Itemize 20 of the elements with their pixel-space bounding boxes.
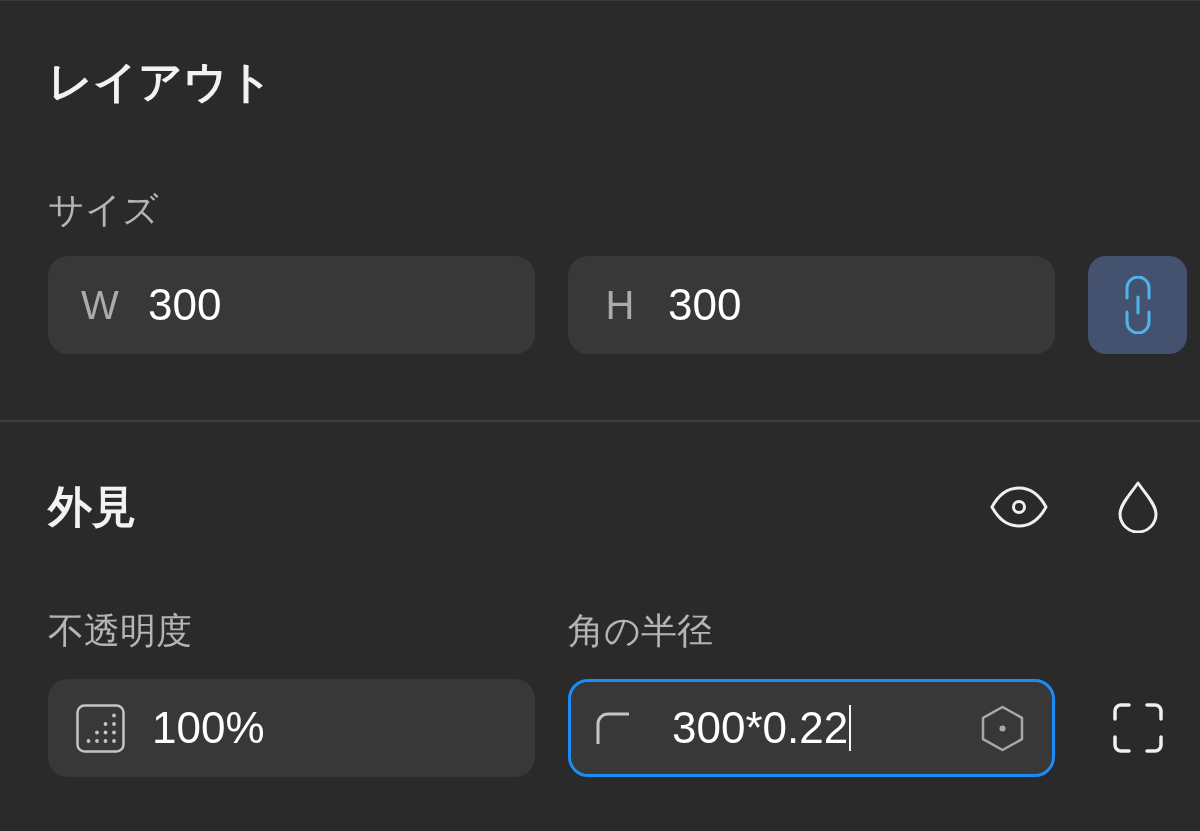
opacity-field[interactable]: 100%: [48, 679, 535, 777]
eye-icon[interactable]: [990, 486, 1048, 528]
section-title: 外見: [48, 481, 137, 533]
text-cursor: [849, 705, 852, 751]
field-label: 不透明度: [48, 609, 193, 653]
opacity-grid-icon: [76, 703, 125, 753]
dimension-field[interactable]: W 300: [48, 256, 535, 354]
corner-radius-field[interactable]: 300*0.22: [568, 679, 1055, 777]
section-title: レイアウト: [48, 56, 274, 108]
field-prefix-label: W: [80, 285, 120, 325]
corners-frame-icon[interactable]: [1112, 703, 1163, 753]
field-label: サイズ: [48, 188, 160, 232]
aspect-lock-button[interactable]: [1088, 256, 1187, 354]
chain-link-icon: [1124, 276, 1151, 334]
dimension-field[interactable]: H 300: [568, 256, 1055, 354]
field-label: 角の半径: [568, 609, 714, 653]
field-prefix-label: H: [604, 285, 636, 325]
hexagon-icon[interactable]: [981, 704, 1024, 752]
rounded-corner-icon: [596, 712, 629, 744]
droplet-icon[interactable]: [1116, 481, 1159, 533]
